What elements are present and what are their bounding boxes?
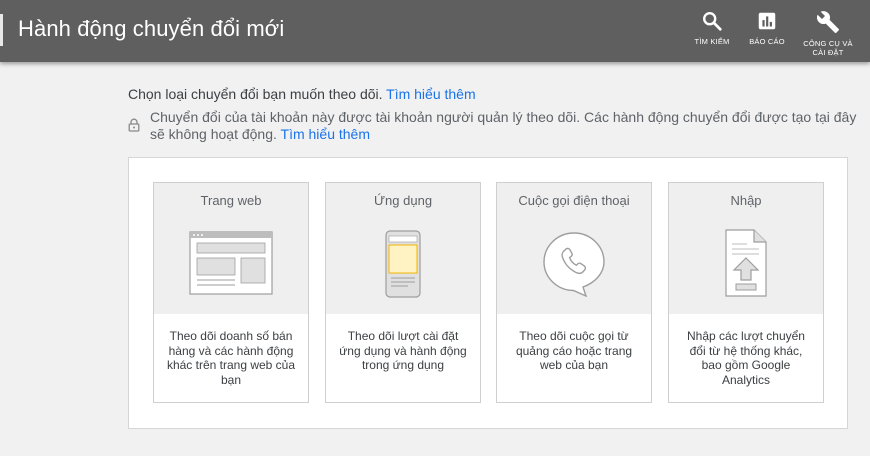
intro-sentence: Chọn loại chuyển đổi bạn muốn theo dõi. bbox=[128, 86, 383, 102]
bar-chart-icon bbox=[758, 12, 776, 30]
reports-button[interactable]: BÁO CÁO bbox=[738, 10, 796, 46]
conversion-type-panel: Trang web Theo dõi doanh số bán hàng và … bbox=[128, 157, 848, 429]
card-title: Nhập bbox=[730, 193, 762, 208]
search-icon bbox=[703, 12, 722, 31]
card-header: Trang web bbox=[154, 183, 308, 314]
card-description: Nhập các lượt chuyển đổi từ hệ thống khá… bbox=[687, 329, 805, 387]
conversion-card-phone-call[interactable]: Cuộc gọi điện thoại Theo dõi cuộc gọi từ… bbox=[496, 182, 652, 403]
card-description: Theo dõi lượt cài đặt ứng dụng và hành đ… bbox=[339, 329, 467, 372]
card-title: Cuộc gọi điện thoại bbox=[518, 193, 630, 208]
tools-label-line-2: CÀI ĐẶT bbox=[812, 48, 844, 57]
notice-text: Chuyển đổi của tài khoản này được tài kh… bbox=[150, 109, 857, 142]
tools-settings-label: CÔNG CỤ VÀ CÀI ĐẶT bbox=[799, 39, 857, 57]
lock-icon bbox=[128, 118, 140, 132]
top-app-bar: Hành động chuyển đổi mới TÌM KIẾM BÁO CÁ… bbox=[0, 0, 870, 62]
intro-text: Chọn loại chuyển đổi bạn muốn theo dõi. … bbox=[128, 86, 476, 102]
tools-label-line-1: CÔNG CỤ VÀ bbox=[803, 39, 853, 48]
header-accent-bar bbox=[0, 14, 3, 46]
tools-settings-button[interactable]: CÔNG CỤ VÀ CÀI ĐẶT bbox=[799, 10, 857, 57]
intro-learn-more-link[interactable]: Tìm hiểu thêm bbox=[386, 86, 475, 102]
conversion-card-import[interactable]: Nhập Nhập các lượt chuyển đổi từ hệ thốn… bbox=[668, 182, 824, 403]
card-title: Trang web bbox=[200, 193, 262, 208]
reports-button-label: BÁO CÁO bbox=[749, 37, 785, 46]
card-title: Ứng dụng bbox=[373, 193, 433, 208]
card-description: Theo dõi cuộc gọi từ quảng cáo hoặc tran… bbox=[515, 329, 633, 372]
notice-learn-more-link[interactable]: Tìm hiểu thêm bbox=[281, 126, 370, 142]
page-title: Hành động chuyển đổi mới bbox=[18, 16, 285, 41]
conversion-card-website[interactable]: Trang web Theo dõi doanh số bán hàng và … bbox=[153, 182, 309, 403]
conversion-card-app[interactable]: Ứng dụng Theo dõi lượt cài đặt ứng dụng … bbox=[325, 182, 481, 403]
search-button-label: TÌM KIẾM bbox=[694, 37, 730, 46]
file-upload-icon bbox=[725, 229, 767, 297]
mobile-app-icon bbox=[385, 230, 421, 298]
phone-call-icon bbox=[543, 232, 605, 297]
card-description: Theo dõi doanh số bán hàng và các hành đ… bbox=[166, 329, 296, 387]
search-button[interactable]: TÌM KIẾM bbox=[683, 10, 741, 46]
card-header: Cuộc gọi điện thoại bbox=[497, 183, 651, 314]
card-header: Nhập bbox=[669, 183, 823, 314]
card-header: Ứng dụng bbox=[326, 183, 480, 314]
wrench-icon bbox=[816, 11, 839, 33]
manager-account-notice: Chuyển đổi của tài khoản này được tài kh… bbox=[128, 109, 858, 143]
webpage-icon bbox=[189, 231, 273, 295]
